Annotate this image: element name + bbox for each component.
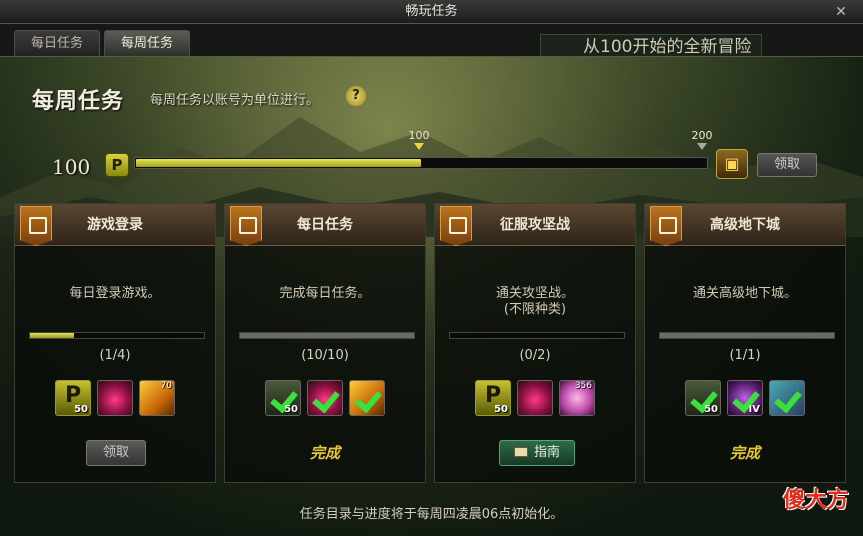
reward-qty: 50 <box>284 404 298 415</box>
reward-qty: 50 <box>704 404 718 415</box>
watermark-logo: 傻大方 <box>782 488 849 513</box>
task-progress-fill <box>240 333 414 338</box>
task-description: 通关高级地下城。 <box>645 286 845 302</box>
reset-notice: 任务目录与进度将于每周四凌晨06点初始化。 <box>299 507 564 522</box>
card-header: 征服攻坚战 <box>435 204 635 246</box>
reward-list: P 50 70 <box>15 380 215 420</box>
checkmark-icon <box>774 387 802 409</box>
claimed-reward-icon <box>349 380 385 416</box>
book-icon <box>513 447 528 457</box>
claimed-reward-icon: 50 <box>685 380 721 416</box>
reward-qty: 50 <box>494 404 508 415</box>
gem-reward-icon[interactable] <box>97 380 133 416</box>
task-progress-bar <box>449 332 625 339</box>
treasure-chest-icon[interactable]: ▣ <box>716 149 748 179</box>
calendar-icon <box>650 206 682 246</box>
milestone-200-label: 200 <box>691 129 713 142</box>
task-progress-fill <box>660 333 834 338</box>
task-card-raid: 征服攻坚战 通关攻坚战。 (不限种类) (0/2) P 50 356 指南 <box>434 203 636 483</box>
points-reward-icon[interactable]: P 50 <box>475 380 511 416</box>
task-progress-bar <box>29 332 205 339</box>
milestone-100-triangle-icon <box>414 143 424 150</box>
task-description-line1: 通关高级地下城。 <box>692 286 797 301</box>
weekly-points-value: 100 <box>52 155 91 179</box>
window-titlebar: 畅玩任务 ✕ <box>0 0 863 24</box>
weekly-progress-fill <box>136 159 421 167</box>
task-count: (1/1) <box>729 348 761 363</box>
task-count: (0/2) <box>519 348 551 363</box>
reward-qty: 70 <box>160 381 172 391</box>
task-description: 每日登录游戏。 <box>15 286 215 302</box>
complete-label: 完成 <box>729 444 760 462</box>
card-title: 征服攻坚战 <box>500 217 570 233</box>
task-description-line2: (不限种类) <box>503 302 567 317</box>
claim-weekly-reward-button[interactable]: 领取 <box>757 153 817 177</box>
claimed-reward-icon <box>769 380 805 416</box>
task-description-line1: 每日登录游戏。 <box>69 286 161 301</box>
claimed-reward-icon: 50 <box>265 380 301 416</box>
points-reward-icon[interactable]: P 50 <box>55 380 91 416</box>
window-title: 畅玩任务 <box>405 4 458 19</box>
task-description-line1: 完成每日任务。 <box>279 286 371 301</box>
task-progress-fill <box>30 333 74 338</box>
task-card-login: 游戏登录 每日登录游戏。 (1/4) P 50 70 领取 <box>14 203 216 483</box>
calendar-icon <box>230 206 262 246</box>
milestone-100-label: 100 <box>408 129 430 142</box>
guide-button-label: 指南 <box>533 445 560 460</box>
tab-weekly-tasks[interactable]: 每周任务 <box>104 30 190 56</box>
help-icon[interactable]: ? <box>346 86 366 106</box>
task-description: 通关攻坚战。 (不限种类) <box>435 286 635 318</box>
card-header: 游戏登录 <box>15 204 215 246</box>
weekly-progress-bar <box>134 157 708 169</box>
pink-crystal-reward-icon[interactable]: 356 <box>559 380 595 416</box>
milestone-200-triangle-icon <box>697 143 707 150</box>
page-title: 每周任务 <box>32 89 125 114</box>
task-card-daily: 每日任务 完成每日任务。 (10/10) 50 完成 <box>224 203 426 483</box>
reward-list: 50 IV <box>645 380 845 420</box>
reward-list: P 50 356 <box>435 380 635 420</box>
milestone-100: 100 <box>399 129 439 150</box>
card-title: 高级地下城 <box>710 217 780 233</box>
guide-button[interactable]: 指南 <box>499 440 575 466</box>
task-progress-bar <box>659 332 835 339</box>
card-title: 每日任务 <box>297 217 353 233</box>
reward-qty: 356 <box>574 381 592 391</box>
calendar-icon <box>440 206 472 246</box>
reward-qty: IV <box>748 404 760 415</box>
card-header: 高级地下城 <box>645 204 845 246</box>
reward-qty: 50 <box>74 404 88 415</box>
checkmark-icon <box>312 387 340 409</box>
tab-daily-tasks[interactable]: 每日任务 <box>14 30 100 56</box>
close-icon[interactable]: ✕ <box>833 4 849 20</box>
task-count: (10/10) <box>301 348 349 363</box>
points-icon: P <box>105 153 129 177</box>
calendar-icon <box>20 206 52 246</box>
complete-label: 完成 <box>309 444 340 462</box>
task-card-advanced-dungeon: 高级地下城 通关高级地下城。 (1/1) 50 IV 完成 <box>644 203 846 483</box>
gold-crystal-reward-icon[interactable]: 70 <box>139 380 175 416</box>
weekly-task-panel: 每周任务 每周任务以账号为单位进行。 ? 100 P 100 200 ▣ 领取 … <box>0 56 863 536</box>
card-header: 每日任务 <box>225 204 425 246</box>
task-description: 完成每日任务。 <box>225 286 425 302</box>
task-description-line1: 通关攻坚战。 <box>495 286 574 301</box>
task-progress-bar <box>239 332 415 339</box>
task-count: (1/4) <box>99 348 131 363</box>
checkmark-icon <box>354 387 382 409</box>
weekly-subtitle: 每周任务以账号为单位进行。 <box>150 93 320 108</box>
card-title: 游戏登录 <box>87 217 143 233</box>
milestone-200: 200 <box>682 129 722 150</box>
claimed-reward-icon: IV <box>727 380 763 416</box>
reward-list: 50 <box>225 380 425 420</box>
claim-button[interactable]: 领取 <box>86 440 146 466</box>
claimed-reward-icon <box>307 380 343 416</box>
gem-reward-icon[interactable] <box>517 380 553 416</box>
